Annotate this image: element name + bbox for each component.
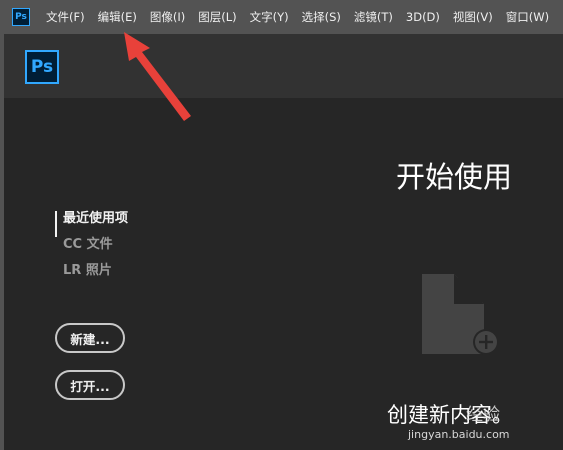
menu-image[interactable]: 图像(I) bbox=[150, 0, 185, 34]
new-button[interactable]: 新建... bbox=[55, 323, 125, 353]
sidebar-item-recent[interactable]: 最近使用项 bbox=[55, 211, 128, 237]
home-body: 最近使用项 CC 文件 LR 照片 新建... 打开... 开始使用 创建新内容… bbox=[4, 98, 563, 450]
new-document-plus-icon[interactable] bbox=[418, 272, 502, 356]
menu-select[interactable]: 选择(S) bbox=[302, 0, 341, 34]
menu-bar: Ps 文件(F) 编辑(E) 图像(I) 图层(L) 文字(Y) 选择(S) 滤… bbox=[0, 0, 563, 34]
home-header: Ps bbox=[4, 34, 563, 98]
home-screen: Ps 最近使用项 CC 文件 LR 照片 新建... 打开... 开始使用 创建… bbox=[4, 34, 563, 450]
menu-edit[interactable]: 编辑(E) bbox=[98, 0, 137, 34]
baidu-watermark: 经验 bbox=[466, 405, 500, 425]
watermark-url: jingyan.baidu.com bbox=[408, 428, 510, 441]
menu-filter[interactable]: 滤镜(T) bbox=[354, 0, 393, 34]
menu-view[interactable]: 视图(V) bbox=[453, 0, 493, 34]
menu-layer[interactable]: 图层(L) bbox=[198, 0, 236, 34]
menu-file[interactable]: 文件(F) bbox=[46, 0, 85, 34]
sidebar-nav: 最近使用项 CC 文件 LR 照片 bbox=[55, 211, 128, 289]
page-title: 开始使用 bbox=[396, 160, 513, 194]
sidebar-item-cc-files[interactable]: CC 文件 bbox=[55, 237, 128, 263]
photoshop-logo-icon: Ps bbox=[25, 50, 59, 84]
sidebar-item-lr-photos[interactable]: LR 照片 bbox=[55, 263, 128, 289]
open-button[interactable]: 打开... bbox=[55, 370, 125, 400]
menu-3d[interactable]: 3D(D) bbox=[406, 0, 440, 34]
menu-window[interactable]: 窗口(W) bbox=[506, 0, 549, 34]
photoshop-app-icon[interactable]: Ps bbox=[12, 8, 30, 26]
menu-type[interactable]: 文字(Y) bbox=[250, 0, 289, 34]
